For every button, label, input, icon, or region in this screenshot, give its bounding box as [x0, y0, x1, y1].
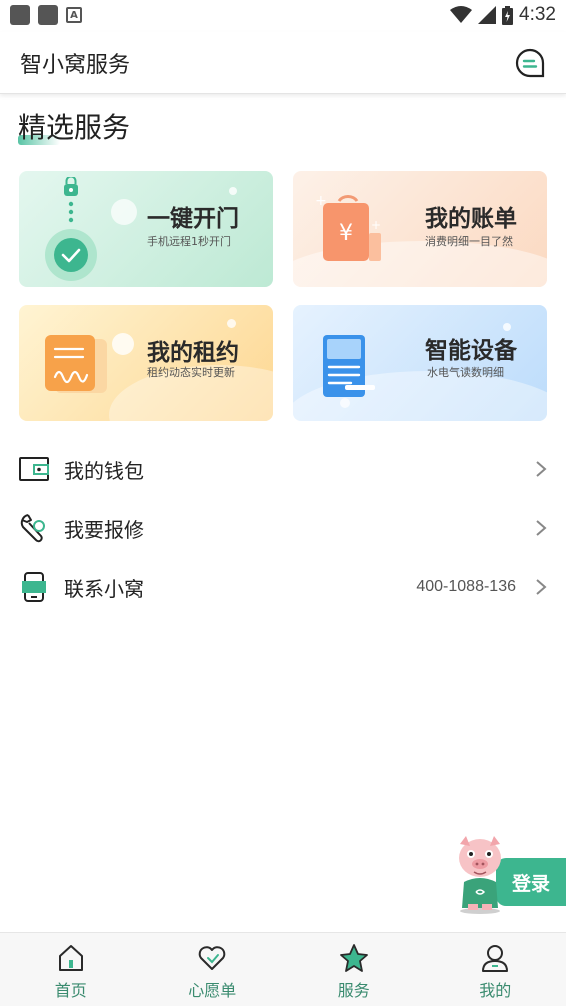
card-title: 我的租约: [147, 340, 239, 366]
status-notifications: A: [10, 5, 82, 25]
chat-icon[interactable]: [514, 47, 546, 79]
phone-icon: [22, 572, 46, 602]
notification-a-icon: A: [66, 7, 82, 23]
decorative-circle: [503, 323, 511, 331]
tab-label: 我的: [479, 981, 512, 1000]
tab-me[interactable]: 我的: [425, 933, 566, 1006]
tab-service[interactable]: 服务: [283, 933, 425, 1006]
lease-document-icon: [45, 335, 107, 393]
card-subtitle: 水电气读数明细: [427, 366, 504, 379]
heart-icon: [198, 946, 226, 970]
tab-label: 服务: [337, 981, 370, 1000]
decorative-circle: [112, 333, 134, 355]
section-title: 精选服务: [18, 111, 131, 144]
notification-icon: [38, 5, 58, 25]
star-icon: [339, 944, 368, 972]
decorative-circle: [227, 319, 236, 328]
app-header: 智小窝服务: [0, 32, 566, 94]
tab-label: 心愿单: [188, 981, 237, 1000]
card-title: 一键开门: [147, 206, 239, 232]
decorative-circle: [111, 199, 137, 225]
meter-device-icon: [323, 335, 375, 408]
card-subtitle: 手机远程1秒开门: [147, 235, 231, 248]
currency-symbol: ¥: [339, 221, 353, 246]
svg-text:+: +: [371, 218, 381, 232]
wifi-icon: [450, 6, 473, 23]
door-unlock-icon: [45, 177, 97, 281]
home-icon: [58, 945, 83, 971]
unlock-door-card[interactable]: 一键开门 手机远程1秒开门: [19, 171, 273, 287]
bill-icon: ¥ + +: [315, 193, 381, 261]
list-item-repair[interactable]: 我要报修: [0, 499, 566, 557]
list-item-wallet[interactable]: 我的钱包: [0, 440, 566, 498]
clock-time: 4:32: [519, 4, 556, 25]
chevron-right-icon: [536, 461, 547, 477]
chevron-right-icon: [536, 579, 547, 595]
login-float-button[interactable]: 登录: [452, 834, 566, 914]
my-lease-card[interactable]: 我的租约 租约动态实时更新: [19, 305, 273, 421]
list-item-label: 我的钱包: [64, 458, 144, 483]
status-bar: A 4:32: [0, 0, 566, 30]
card-title: 我的账单: [425, 206, 517, 232]
page-title: 智小窝服务: [20, 52, 131, 78]
pig-mascot-icon: [459, 836, 501, 914]
tab-home[interactable]: 首页: [0, 933, 142, 1006]
card-subtitle: 消费明细一目了然: [425, 235, 513, 248]
wallet-icon: [19, 457, 49, 481]
signal-icon: [478, 6, 497, 24]
tab-wishlist[interactable]: 心愿单: [142, 933, 284, 1006]
decorative-circle: [229, 187, 237, 195]
my-bill-card[interactable]: ¥ + + 我的账单 消费明细一目了然: [293, 171, 547, 287]
card-subtitle: 租约动态实时更新: [147, 366, 235, 379]
contact-phone-number[interactable]: 400-1088-136: [416, 578, 516, 596]
list-item-label: 我要报修: [64, 517, 144, 542]
battery-icon: [502, 5, 514, 25]
list-item-label: 联系小窝: [64, 576, 144, 601]
bottom-tab-bar: 首页 心愿单 服务 我的: [0, 932, 566, 1006]
card-title: 智能设备: [425, 338, 517, 364]
wrench-icon: [20, 514, 45, 543]
tab-label: 首页: [54, 981, 87, 1000]
notification-icon: [10, 5, 30, 25]
chevron-right-icon: [536, 520, 547, 536]
svg-text:+: +: [315, 193, 327, 209]
smart-device-card[interactable]: 智能设备 水电气读数明细: [293, 305, 547, 421]
list-item-contact[interactable]: 联系小窝 400-1088-136: [0, 558, 566, 616]
user-icon: [482, 945, 509, 972]
